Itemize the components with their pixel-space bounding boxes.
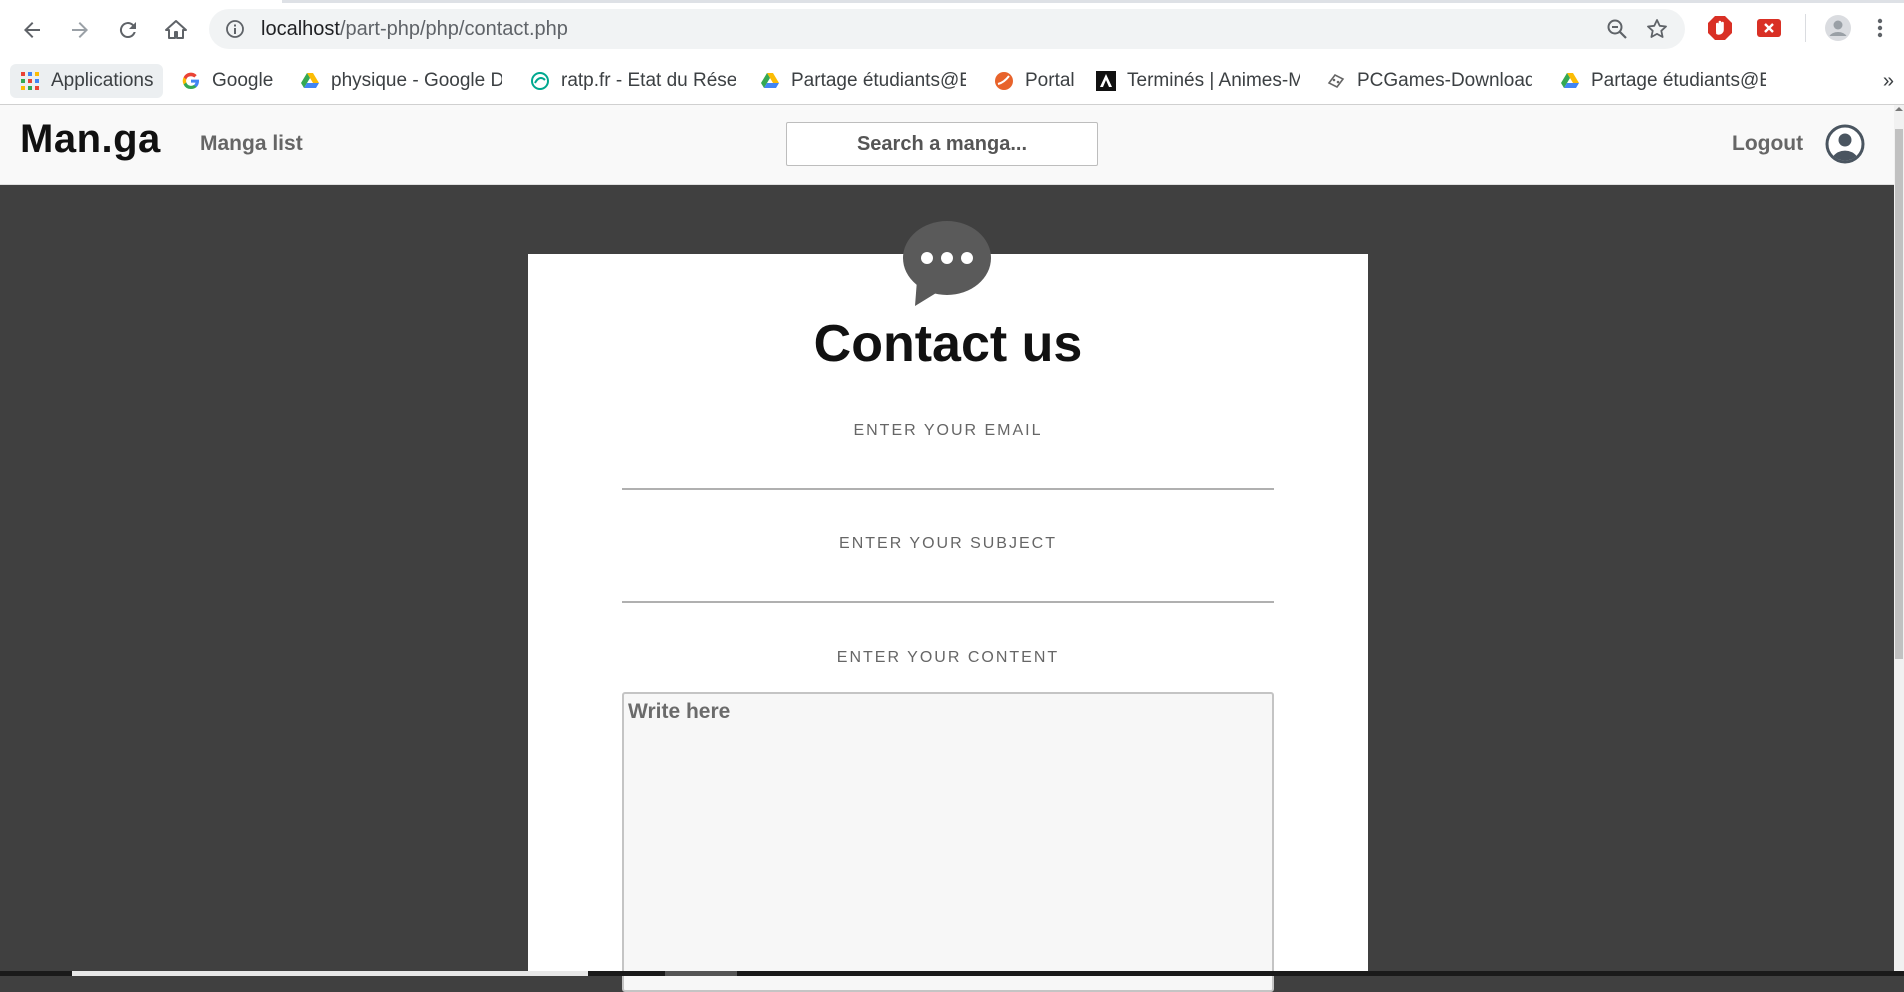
menu-icon[interactable] <box>1872 14 1888 42</box>
close-extension-icon[interactable] <box>1755 14 1783 42</box>
url-text[interactable]: localhost/part-php/php/contact.php <box>261 18 568 41</box>
forward-button[interactable] <box>62 12 98 48</box>
more-bookmarks-button[interactable]: » <box>1883 70 1894 93</box>
reload-icon <box>119 22 136 39</box>
email-field[interactable] <box>622 454 1274 490</box>
home-icon <box>165 20 187 39</box>
reload-button[interactable] <box>110 12 146 48</box>
bookmark-label: PCGames-Download <box>1357 70 1532 91</box>
tab-strip <box>0 0 1904 3</box>
url-host: localhost <box>261 18 340 40</box>
bookmark-pcgames[interactable]: PCGames-Download <box>1326 64 1532 98</box>
bookmark-label: Portal <box>1025 70 1075 91</box>
bookmark-ratp[interactable]: ratp.fr - Etat du Résea <box>530 64 736 98</box>
bookmark-label: Applications <box>51 70 154 91</box>
google-drive-icon <box>301 73 319 88</box>
user-avatar-icon[interactable] <box>1825 124 1865 164</box>
scrollbar-thumb[interactable] <box>1895 129 1903 659</box>
zoom-out-icon[interactable] <box>1605 17 1629 41</box>
toolbar-divider <box>1805 14 1806 42</box>
bookmark-portal[interactable]: Portal <box>994 64 1075 98</box>
bottom-bar <box>0 971 1904 976</box>
bookmark-label: Google <box>212 70 274 91</box>
subject-field[interactable] <box>622 567 1274 603</box>
subject-label: ENTER YOUR SUBJECT <box>839 535 1057 552</box>
site-header: Man.ga Manga list Logout <box>0 105 1894 185</box>
browser-toolbar: localhost/part-php/php/contact.php <box>0 0 1904 58</box>
info-icon[interactable] <box>225 19 245 39</box>
google-drive-icon <box>761 73 779 88</box>
bookmark-animes[interactable]: Terminés | Animes-M <box>1096 64 1300 98</box>
chat-bubble-icon <box>903 221 991 306</box>
chevron-up-icon <box>1895 107 1903 111</box>
page-scrollbar[interactable] <box>1894 105 1904 971</box>
url-path: /part-php/php/contact.php <box>339 18 568 40</box>
apps-grid-icon <box>21 72 39 90</box>
back-button[interactable] <box>14 12 50 48</box>
bookmark-google[interactable]: Google <box>181 64 273 98</box>
bottom-bar-segment <box>665 971 737 976</box>
bookmark-partage-1[interactable]: Partage étudiants@EI <box>760 64 966 98</box>
site-logo[interactable]: Man.ga <box>20 117 161 162</box>
adblock-icon[interactable] <box>1706 14 1734 42</box>
bookmark-physique[interactable]: physique - Google Dr <box>300 64 502 98</box>
content-label: ENTER YOUR CONTENT <box>836 649 1060 666</box>
profile-icon[interactable] <box>1824 14 1852 42</box>
page-title: Contact us <box>813 315 1083 373</box>
bookmark-label: ratp.fr - Etat du Résea <box>561 70 736 91</box>
animes-icon <box>1096 71 1116 91</box>
search-input[interactable] <box>786 122 1098 166</box>
arrow-left-icon <box>24 22 40 38</box>
scroll-up-arrow[interactable] <box>1894 105 1904 119</box>
bookmark-partage-2[interactable]: Partage étudiants@EI <box>1560 64 1766 98</box>
portal-icon <box>995 72 1013 90</box>
star-icon[interactable] <box>1645 17 1669 41</box>
address-bar[interactable]: localhost/part-php/php/contact.php <box>209 9 1685 49</box>
logout-link[interactable]: Logout <box>1732 132 1803 156</box>
bookmark-label: Partage étudiants@EI <box>1591 70 1766 91</box>
ratp-icon <box>531 72 549 90</box>
content-textarea[interactable] <box>622 692 1274 992</box>
bookmark-label: Terminés | Animes-M <box>1127 70 1300 91</box>
arrow-right-icon <box>72 22 88 38</box>
bookmark-label: physique - Google Dr <box>331 70 502 91</box>
bookmarks-bar: Applications Google physique - Google Dr… <box>0 58 1904 105</box>
google-icon <box>182 72 199 90</box>
contact-card: Contact us ENTER YOUR EMAIL ENTER YOUR S… <box>528 254 1368 992</box>
active-tab-indicator <box>0 0 282 3</box>
bookmark-applications[interactable]: Applications <box>10 64 164 98</box>
bookmark-label: Partage étudiants@EI <box>791 70 966 91</box>
google-drive-icon <box>1561 73 1579 88</box>
email-label: ENTER YOUR EMAIL <box>853 422 1043 439</box>
nav-manga-list[interactable]: Manga list <box>200 132 303 156</box>
gamepad-icon <box>1327 73 1345 89</box>
home-button[interactable] <box>158 12 194 48</box>
bottom-bar-segment <box>72 971 588 976</box>
